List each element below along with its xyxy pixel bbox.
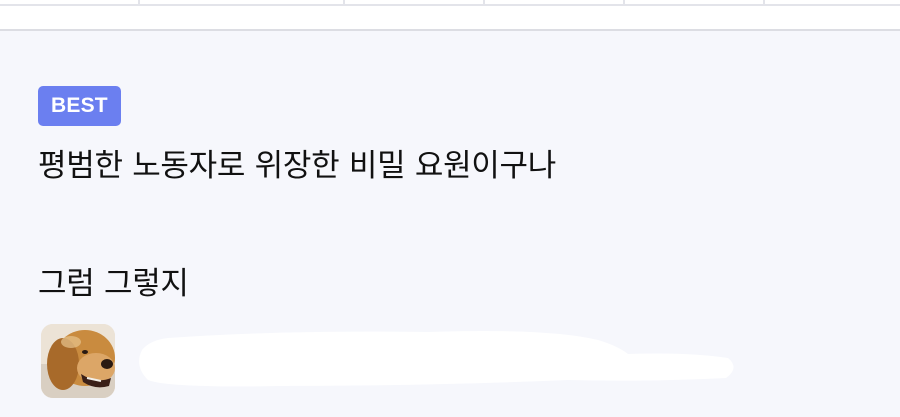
comment-text-line: 평범한 노동자로 위장한 비밀 요원이구나 (38, 148, 556, 184)
reply-row (38, 324, 878, 400)
tab-cell[interactable] (0, 0, 140, 6)
tab-cell[interactable] (140, 0, 345, 6)
best-badge: BEST (38, 86, 121, 126)
tab-cell[interactable] (625, 0, 765, 6)
tab-cell[interactable] (485, 0, 625, 6)
dog-photo-icon[interactable] (41, 324, 115, 398)
redacted-reply (128, 326, 738, 396)
top-tab-bar (0, 0, 900, 31)
tab-cell[interactable] (765, 0, 900, 6)
best-comment: BEST 평범한 노동자로 위장한 비밀 요원이구나 그럼 그렇지 (38, 86, 878, 398)
comment-text-line: 그럼 그렇지 (38, 266, 189, 302)
tab-cell[interactable] (345, 0, 485, 6)
